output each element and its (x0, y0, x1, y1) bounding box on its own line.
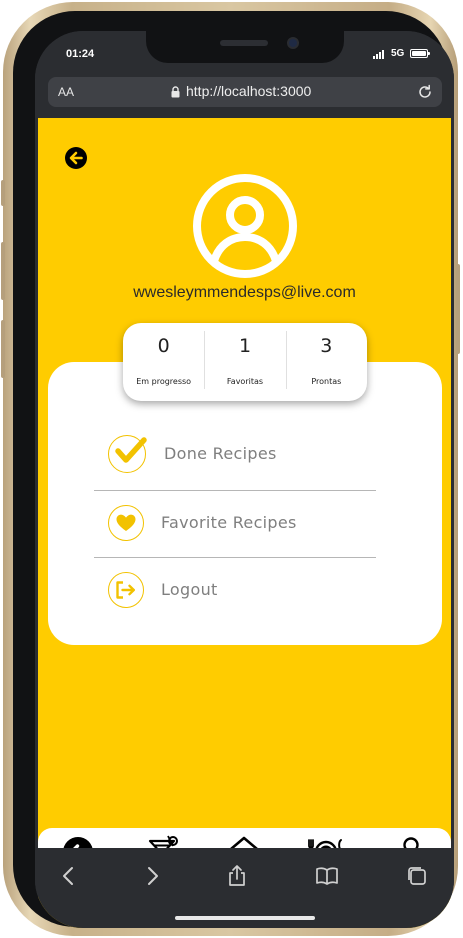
battery-icon (410, 49, 430, 58)
phone-bezel: 01:24 5G AA http://localhost:3000 wwesle… (13, 11, 454, 928)
logout-icon-circle (108, 572, 144, 608)
volume-up-button (1, 242, 5, 300)
browser-forward-icon[interactable] (140, 864, 164, 888)
logout-label: Logout (161, 580, 218, 599)
lock-icon (171, 86, 180, 98)
profile-page: wwesleymmendesps@live.com 0 Em progresso… (38, 118, 451, 928)
stat-in-progress: 0 Em progresso (123, 323, 204, 401)
phone-screen: 01:24 5G AA http://localhost:3000 wwesle… (35, 31, 454, 928)
url-field[interactable]: AA http://localhost:3000 (48, 77, 442, 107)
speaker (220, 40, 268, 46)
favorite-icon-circle (108, 505, 144, 541)
browser-back-icon[interactable] (57, 864, 81, 888)
status-time: 01:24 (66, 48, 95, 60)
logout-button[interactable]: Logout (94, 558, 376, 624)
browser-address-bar: AA http://localhost:3000 (35, 77, 454, 119)
front-camera (287, 37, 299, 49)
notch (146, 31, 344, 63)
signal-icon (373, 50, 384, 59)
done-icon-circle (108, 435, 148, 473)
share-icon[interactable] (225, 864, 249, 888)
phone-frame: 01:24 5G AA http://localhost:3000 wwesle… (1, 2, 460, 936)
status-bar: 01:24 5G (35, 31, 454, 77)
network-type: 5G (391, 48, 405, 59)
stat-label: Em progresso (136, 377, 192, 386)
mute-switch (1, 180, 5, 206)
bookmarks-icon[interactable] (315, 864, 339, 888)
avatar (193, 174, 297, 278)
volume-down-button (1, 320, 5, 378)
favorite-recipes-label: Favorite Recipes (161, 513, 297, 532)
stat-value: 3 (320, 335, 333, 357)
favorite-recipes-button[interactable]: Favorite Recipes (94, 491, 376, 557)
stat-favorites: 1 Favoritas (204, 323, 285, 401)
url-text: http://localhost:3000 (186, 83, 312, 99)
stats-card: 0 Em progresso 1 Favoritas 3 Prontas (123, 323, 367, 401)
reload-icon[interactable] (417, 84, 433, 100)
user-email: wwesleymmendesps@live.com (133, 284, 356, 301)
done-recipes-button[interactable]: Done Recipes (94, 422, 376, 488)
done-recipes-label: Done Recipes (164, 444, 277, 463)
stat-value: 1 (238, 335, 252, 357)
back-arrow-icon[interactable] (64, 146, 88, 170)
text-size-button[interactable]: AA (58, 85, 74, 99)
stat-value: 0 (157, 335, 170, 357)
logout-icon (116, 581, 135, 599)
browser-toolbar (35, 848, 454, 928)
check-icon (115, 437, 148, 463)
power-button (456, 264, 460, 354)
heart-icon (116, 514, 136, 531)
home-indicator (175, 916, 315, 920)
tabs-icon[interactable] (405, 864, 429, 888)
stat-label: Favoritas (226, 377, 264, 386)
stat-label: Prontas (311, 377, 342, 386)
stat-done: 3 Prontas (285, 323, 367, 401)
